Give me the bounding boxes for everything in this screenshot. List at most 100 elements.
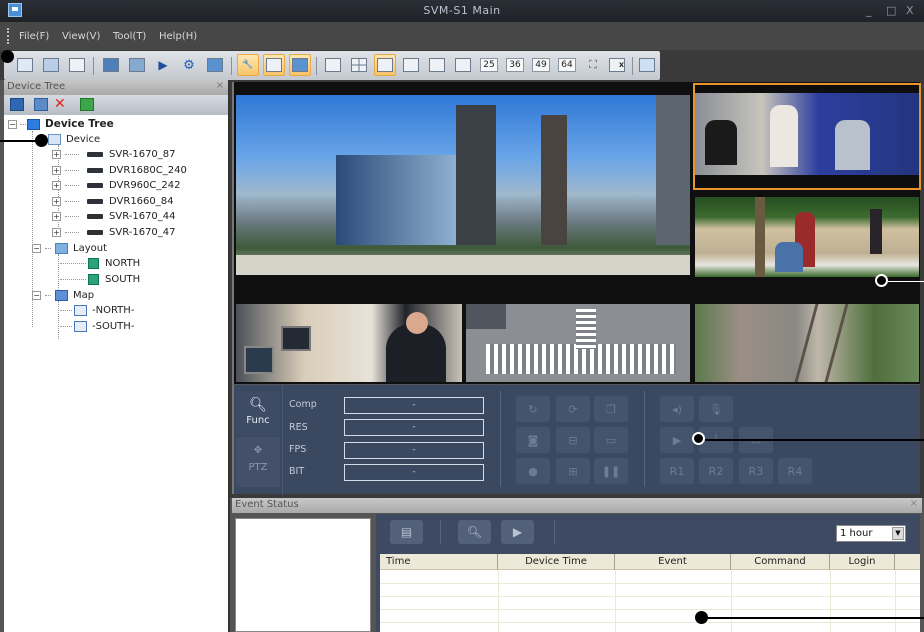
expand-icon[interactable]: + <box>52 165 61 175</box>
speaker-button[interactable]: ◂) <box>660 396 694 422</box>
device-settings-button[interactable] <box>100 54 122 76</box>
split-1-button[interactable] <box>322 54 344 76</box>
tree-device[interactable]: + DVR1680C_240 <box>52 163 187 177</box>
split-25-button[interactable]: 25 <box>478 54 500 76</box>
column-header-time[interactable]: Time <box>380 554 498 570</box>
tree-layout-item[interactable]: SOUTH <box>60 272 140 286</box>
maximize-button[interactable]: □ <box>886 4 896 17</box>
display-button[interactable]: ▭ <box>594 427 628 453</box>
tab-ptz[interactable]: ✥ PTZ <box>236 437 280 487</box>
add-group-icon[interactable] <box>10 98 24 111</box>
split-4-button[interactable] <box>348 54 370 76</box>
tab-func[interactable]: 🔍︎ Func <box>236 391 280 435</box>
edit-icon[interactable] <box>34 98 48 111</box>
video-tile-4[interactable] <box>236 304 462 382</box>
chevron-down-icon[interactable]: ▼ <box>892 527 904 540</box>
event-search-button[interactable]: 🔍︎ <box>458 520 491 544</box>
video-tile-5[interactable] <box>466 304 690 382</box>
layout-panel-button[interactable] <box>263 54 285 76</box>
close-all-button[interactable]: x <box>606 54 628 76</box>
device-list-button[interactable] <box>40 54 62 76</box>
split-64-button[interactable]: 64 <box>556 54 578 76</box>
record-button[interactable]: ● <box>516 458 550 484</box>
tree-device[interactable]: + SVR-1670_87 <box>52 147 176 161</box>
close-icon[interactable]: × <box>910 498 918 509</box>
column-header-login[interactable]: Login <box>830 554 895 570</box>
expand-icon[interactable]: + <box>52 149 61 159</box>
refresh-icon[interactable] <box>80 98 94 111</box>
search-record-button[interactable]: ⊞ <box>556 458 590 484</box>
log-button[interactable] <box>66 54 88 76</box>
export-button[interactable] <box>636 54 658 76</box>
map-search-button[interactable] <box>126 54 148 76</box>
event-device-list[interactable] <box>235 518 371 632</box>
play-button[interactable]: ▶ <box>660 427 694 453</box>
expand-icon[interactable]: + <box>52 196 61 206</box>
relay-2-button[interactable]: R2 <box>699 458 733 484</box>
menu-view[interactable]: View(V) <box>62 31 100 42</box>
tree-device[interactable]: + DVR960C_242 <box>52 178 180 192</box>
event-log-button[interactable]: ▤ <box>390 520 423 544</box>
copy-button[interactable]: ❐ <box>594 396 628 422</box>
tree-layout-group[interactable]: − Layout <box>32 241 107 255</box>
split-1-icon <box>325 58 341 72</box>
expand-icon[interactable]: + <box>52 227 61 237</box>
relay-3-button[interactable]: R3 <box>739 458 773 484</box>
settings-button[interactable]: ⚙ <box>178 54 200 76</box>
microphone-button[interactable]: 🎙︎ <box>699 396 733 422</box>
column-header-command[interactable]: Command <box>731 554 830 570</box>
column-header-event[interactable]: Event <box>615 554 731 570</box>
refresh-button[interactable]: ⟳ <box>556 396 590 422</box>
tree-map-item[interactable]: -NORTH- <box>60 303 134 317</box>
menu-help[interactable]: Help(H) <box>159 31 197 42</box>
monitor-button[interactable] <box>204 54 226 76</box>
minimize-button[interactable]: _ <box>866 4 872 17</box>
period-select[interactable]: 1 hour ▼ <box>836 525 906 542</box>
tree-map-item[interactable]: -SOUTH- <box>60 319 134 333</box>
video-tile-1[interactable] <box>236 95 690 275</box>
callout-marker <box>35 134 48 147</box>
split-49-button[interactable]: 49 <box>530 54 552 76</box>
menu-grip[interactable] <box>7 28 9 44</box>
playback-button[interactable]: ▶ <box>152 54 174 76</box>
menu-tool[interactable]: Tool(T) <box>113 31 146 42</box>
collapse-icon[interactable]: − <box>32 243 41 253</box>
relay-4-button[interactable]: R4 <box>778 458 812 484</box>
tree-root[interactable]: − Device Tree <box>8 117 114 131</box>
add-device-button[interactable] <box>14 54 36 76</box>
tree-device[interactable]: + SVR-1670_47 <box>52 225 176 239</box>
video-tile-6[interactable] <box>695 304 919 382</box>
menu-file[interactable]: File(F) <box>19 31 49 42</box>
close-all-icon: x <box>609 58 625 72</box>
expand-icon[interactable]: + <box>52 211 61 221</box>
video-tile-2-selected[interactable] <box>693 83 921 190</box>
split-16-button[interactable] <box>452 54 474 76</box>
expand-icon[interactable]: + <box>52 180 61 190</box>
column-header-device-time[interactable]: Device Time <box>498 554 615 570</box>
multi-window-button[interactable] <box>289 54 311 76</box>
collapse-icon[interactable]: − <box>32 290 41 300</box>
split-9-button[interactable] <box>426 54 448 76</box>
tree-device[interactable]: + DVR1660_84 <box>52 194 174 208</box>
event-play-button[interactable]: ▶ <box>501 520 534 544</box>
tree-map-group[interactable]: − Map <box>32 288 94 302</box>
tool-button[interactable]: 🔧 <box>237 54 259 76</box>
close-icon[interactable]: × <box>216 80 224 91</box>
tree-device[interactable]: + SVR-1670_44 <box>52 209 176 223</box>
pause-button[interactable]: ❚❚ <box>594 458 628 484</box>
split-36-button[interactable]: 36 <box>504 54 526 76</box>
split-8-button[interactable] <box>400 54 422 76</box>
collapse-icon[interactable]: − <box>8 119 17 129</box>
print-button[interactable]: ⊟ <box>556 427 590 453</box>
tree-layout-item[interactable]: NORTH <box>60 256 140 270</box>
close-button[interactable]: X <box>906 4 914 17</box>
relay-1-button[interactable]: R1 <box>660 458 694 484</box>
fullscreen-button[interactable]: ⛶ <box>582 54 604 76</box>
split-6-button[interactable] <box>374 54 396 76</box>
video-tile-3[interactable] <box>695 197 919 277</box>
rotate-button[interactable]: ↻ <box>516 396 550 422</box>
snapshot-button[interactable]: ◙ <box>516 427 550 453</box>
tree-device-group[interactable]: Device <box>48 132 100 146</box>
delete-icon[interactable]: ✕ <box>54 97 68 111</box>
rotate-icon: ↻ <box>528 402 538 416</box>
